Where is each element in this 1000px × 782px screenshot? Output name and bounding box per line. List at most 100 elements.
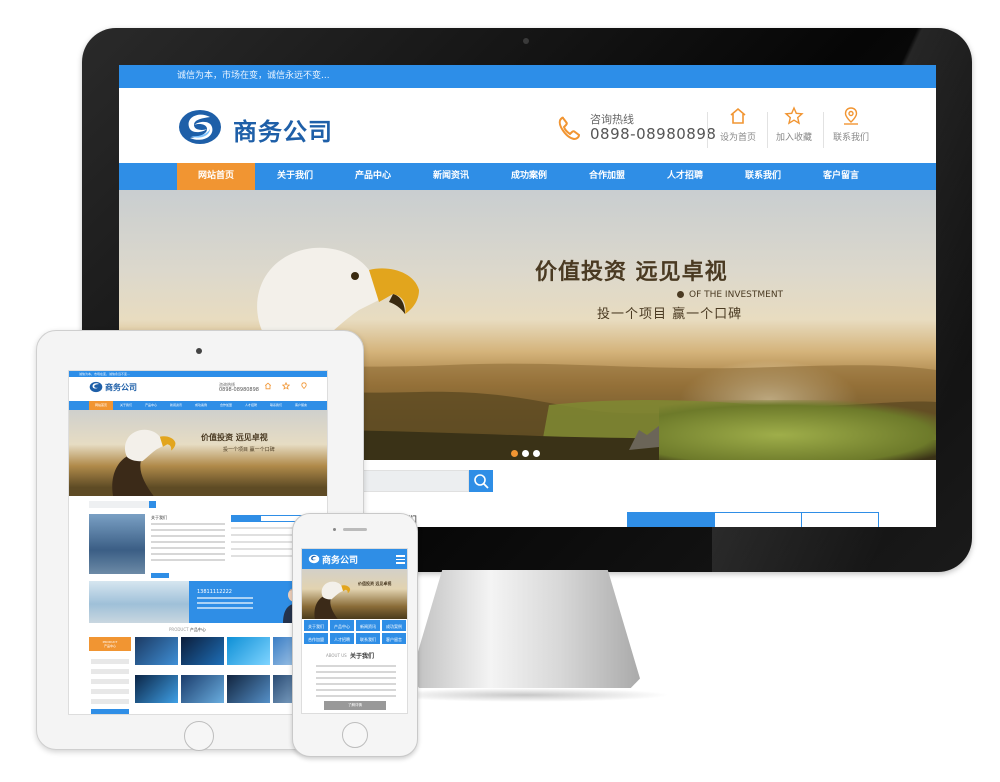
phone-nav-jobs[interactable]: 人才招聘 xyxy=(329,632,355,645)
tablet-nav-join[interactable]: 合作加盟 xyxy=(214,401,238,410)
tablet-nav-about[interactable]: 关于我们 xyxy=(114,401,138,410)
phone-about-text xyxy=(316,665,396,701)
nav-item-join[interactable]: 合作加盟 xyxy=(568,163,646,190)
tablet-sidebar-heading: PRODUCT 产品中心 xyxy=(89,637,131,651)
carousel-dot[interactable] xyxy=(533,450,540,457)
phone-nav-cases[interactable]: 成功案例 xyxy=(381,619,407,632)
phone-home-button[interactable] xyxy=(342,722,368,748)
phone-about-title-en: ABOUT US xyxy=(326,653,347,658)
phone-camera xyxy=(333,528,336,531)
set-homepage-link[interactable]: 设为首页 xyxy=(713,106,763,143)
product-thumbnail[interactable] xyxy=(135,637,178,665)
phone-banner[interactable]: 价值投资 远见卓视 xyxy=(302,569,407,619)
tablet-nav-message[interactable]: 客户留言 xyxy=(289,401,313,410)
nav-item-home[interactable]: 网站首页 xyxy=(177,163,255,190)
tablet-nav-jobs[interactable]: 人才招聘 xyxy=(239,401,263,410)
tablet-favorite-link[interactable] xyxy=(279,381,293,391)
logo-text[interactable]: 商务公司 xyxy=(233,112,333,147)
tablet-about-title: 关于我们 xyxy=(151,515,167,520)
set-homepage-label: 设为首页 xyxy=(719,133,756,143)
banner-title: 价值投资 远见卓视 xyxy=(535,260,728,285)
phone-nav-products[interactable]: 产品中心 xyxy=(329,619,355,632)
monitor-stand xyxy=(410,570,640,688)
menu-icon[interactable] xyxy=(396,555,405,564)
monitor-camera xyxy=(523,38,529,44)
tablet-sidebar-item[interactable] xyxy=(91,669,129,674)
building-image xyxy=(89,514,145,574)
tablet-sidebar-item[interactable] xyxy=(91,679,129,684)
news-tabs[interactable] xyxy=(627,512,879,527)
tablet-banner-title: 价值投资 远见卓视 xyxy=(201,433,268,442)
product-thumbnail[interactable] xyxy=(227,675,270,703)
main-nav: 网站首页 关于我们 产品中心 新闻资讯 成功案例 合作加盟 人才招聘 联系我们 … xyxy=(119,163,936,190)
phone-nav-message[interactable]: 客户留言 xyxy=(381,632,407,645)
tablet-search-input[interactable] xyxy=(89,501,149,508)
nav-item-cases[interactable]: 成功案例 xyxy=(490,163,568,190)
eagle-illustration xyxy=(314,581,351,619)
phone-logo-text[interactable]: 商务公司 xyxy=(322,553,358,566)
product-thumbnail[interactable] xyxy=(181,675,224,703)
tablet-nav: 网站首页 关于我们 产品中心 新闻资讯 成功案例 合作加盟 人才招聘 联系我们 … xyxy=(69,401,327,410)
nav-item-about[interactable]: 关于我们 xyxy=(256,163,334,190)
phone-banner-title: 价值投资 远见卓视 xyxy=(358,581,392,586)
product-thumbnail[interactable] xyxy=(181,637,224,665)
tablet-more-button[interactable] xyxy=(151,573,169,578)
phone-nav-join[interactable]: 合作加盟 xyxy=(303,632,329,645)
tablet-contact-number: 13811112222 xyxy=(197,589,232,595)
tablet-banner[interactable]: 价值投资 远见卓视 投一个项目 赢一个口碑 xyxy=(69,410,327,496)
tablet-logo-text[interactable]: 商务公司 xyxy=(105,382,137,393)
location-icon xyxy=(844,107,858,125)
tablet-tagline: 诚信为本，市场在变，诚信永远不变... xyxy=(79,372,130,376)
banner-subtitle: 投一个项目 赢一个口碑 xyxy=(597,307,743,322)
tablet-nav-home[interactable]: 网站首页 xyxy=(89,401,113,410)
tablet-sidebar-item[interactable] xyxy=(91,699,129,704)
phone-icon xyxy=(558,116,581,141)
tablet-nav-news[interactable]: 新闻资讯 xyxy=(164,401,188,410)
tablet-contact-link[interactable] xyxy=(297,382,311,391)
nav-item-products[interactable]: 产品中心 xyxy=(334,163,412,190)
tablet-home-button[interactable] xyxy=(184,721,214,751)
home-icon xyxy=(264,382,272,390)
phone-speaker xyxy=(343,528,367,531)
tablet-news-tab[interactable] xyxy=(232,516,261,521)
star-icon xyxy=(281,381,291,390)
site-header: 商务公司 咨询热线 0898-08980898 设为首页 加入收藏 联系我们 xyxy=(119,88,936,163)
tablet-sidebar-item[interactable] xyxy=(91,659,129,664)
product-thumbnail[interactable] xyxy=(135,675,178,703)
phone-logo-icon[interactable] xyxy=(308,554,320,564)
add-favorite-link[interactable]: 加入收藏 xyxy=(769,106,819,143)
search-button[interactable] xyxy=(469,470,493,492)
tablet-nav-cases[interactable]: 成功案例 xyxy=(189,401,213,410)
carousel-dot[interactable] xyxy=(511,450,518,457)
tablet-about-text xyxy=(151,523,225,565)
banner-bullet xyxy=(677,291,684,298)
nav-item-message[interactable]: 客户留言 xyxy=(802,163,880,190)
nav-item-news[interactable]: 新闻资讯 xyxy=(412,163,490,190)
phone-nav-about[interactable]: 关于我们 xyxy=(303,619,329,632)
phone-nav-news[interactable]: 新闻资讯 xyxy=(355,619,381,632)
phone-screen: 商务公司 价值投资 远见卓视 关于我们 产品中心 新闻资讯 成功案例 合作加盟 … xyxy=(301,548,408,714)
header-divider xyxy=(707,112,708,148)
tablet-nav-products[interactable]: 产品中心 xyxy=(139,401,163,410)
search-icon xyxy=(474,474,489,489)
nav-item-jobs[interactable]: 人才招聘 xyxy=(646,163,724,190)
tablet-camera xyxy=(196,348,202,354)
logo-icon[interactable] xyxy=(177,107,223,147)
office-image xyxy=(89,581,189,623)
tablet-sidebar-item[interactable] xyxy=(91,689,129,694)
phone-more-button[interactable]: 了解详情 xyxy=(324,701,386,710)
contact-us-link[interactable]: 联系我们 xyxy=(826,106,876,143)
carousel-dot[interactable] xyxy=(522,450,529,457)
tablet-sidebar-item[interactable] xyxy=(91,709,129,714)
star-icon xyxy=(784,106,804,125)
hotline-number: 0898-08980898 xyxy=(590,125,717,143)
news-tab-active[interactable] xyxy=(628,513,715,527)
tablet-home-link[interactable] xyxy=(261,382,275,391)
banner-subtitle-en: OF THE INVESTMENT xyxy=(689,290,784,300)
tablet-logo-icon[interactable] xyxy=(89,381,103,393)
phone-nav-contact[interactable]: 联系我们 xyxy=(355,632,381,645)
product-thumbnail[interactable] xyxy=(227,637,270,665)
nav-item-contact[interactable]: 联系我们 xyxy=(724,163,802,190)
tablet-nav-contact[interactable]: 联系我们 xyxy=(264,401,288,410)
tablet-search-button[interactable] xyxy=(149,501,156,508)
